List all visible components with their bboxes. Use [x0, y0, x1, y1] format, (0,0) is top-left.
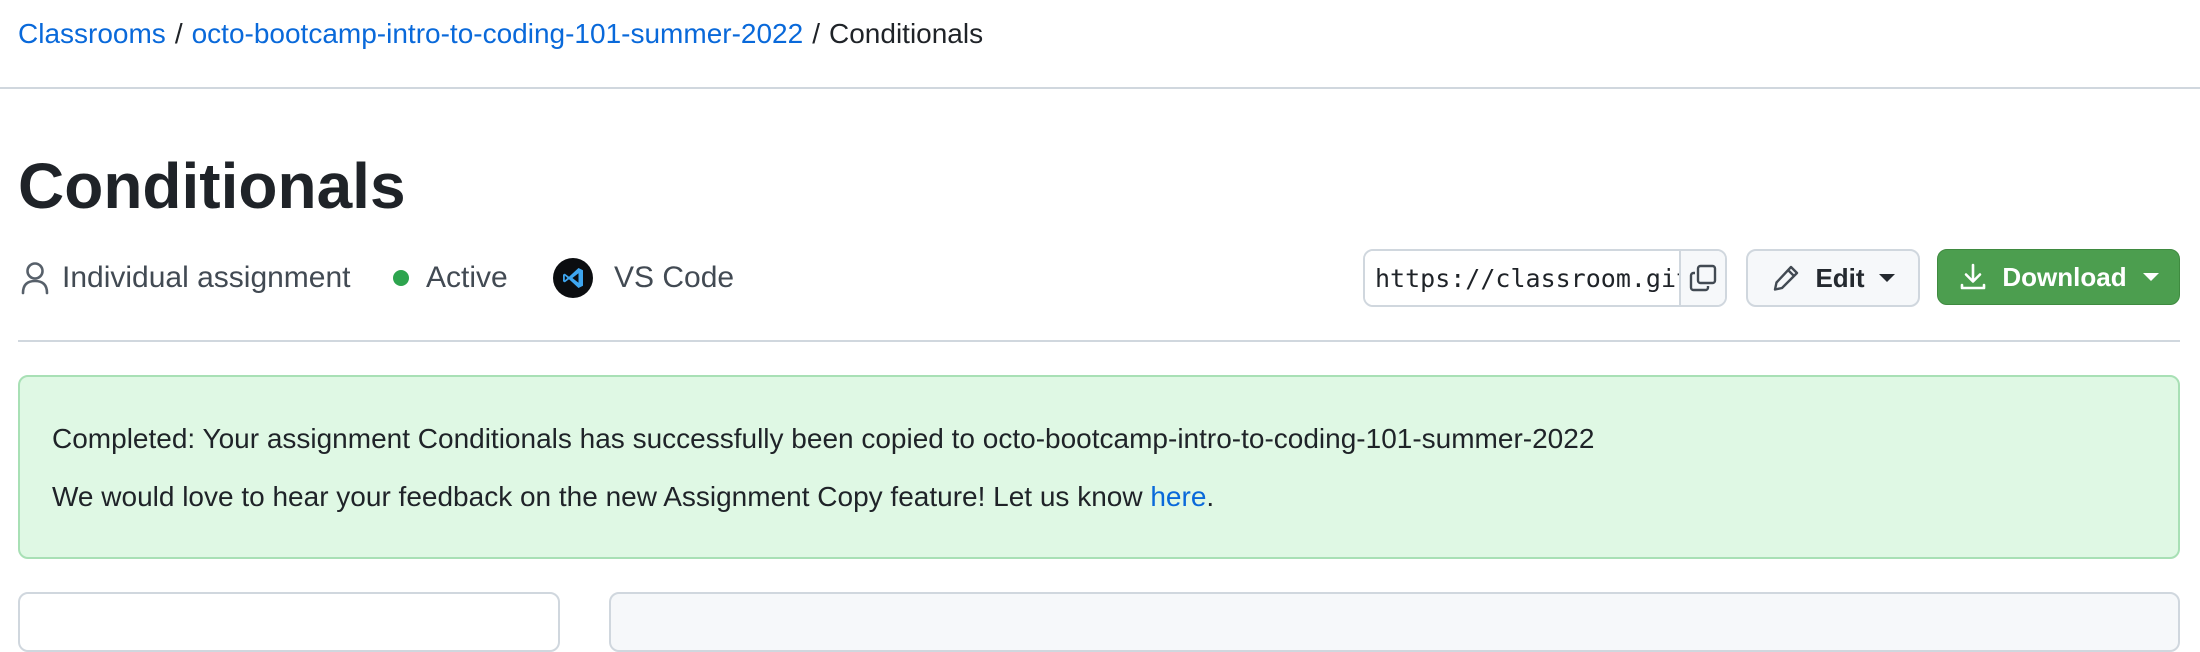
chevron-down-icon — [2142, 273, 2159, 281]
breadcrumb-current: Conditionals — [829, 18, 984, 49]
copy-url-button[interactable] — [1679, 251, 1725, 305]
download-icon — [1961, 263, 1986, 290]
download-button[interactable]: Download — [1937, 249, 2180, 305]
success-flash-banner: Completed: Your assignment Conditionals … — [18, 375, 2180, 559]
assignment-editor: VS Code — [553, 254, 734, 302]
clone-url-group — [1363, 249, 1727, 307]
status-label: Active — [426, 261, 508, 294]
page-title: Conditionals — [18, 150, 406, 222]
breadcrumb-separator: / — [174, 18, 183, 49]
assignment-type-label: Individual assignment — [62, 261, 351, 294]
flash-feedback-suffix: . — [1206, 481, 1215, 512]
flash-feedback: We would love to hear your feedback on t… — [52, 481, 1214, 513]
right-panel — [609, 592, 2180, 652]
person-icon — [21, 262, 49, 295]
vscode-icon — [553, 258, 593, 298]
flash-feedback-text: We would love to hear your feedback on t… — [52, 481, 1151, 512]
chevron-down-icon — [1878, 274, 1895, 282]
section-divider — [18, 340, 2180, 342]
editor-label: VS Code — [614, 261, 735, 294]
download-button-label: Download — [2002, 261, 2127, 292]
breadcrumb-link-classroom[interactable]: octo-bootcamp-intro-to-coding-101-summer… — [192, 18, 804, 50]
breadcrumb-link-classrooms[interactable]: Classrooms — [18, 18, 166, 50]
assignment-type: Individual assignment — [20, 254, 351, 302]
breadcrumb-separator: / — [812, 18, 820, 49]
status-dot-icon — [393, 270, 409, 286]
copy-icon — [1689, 264, 1717, 292]
left-panel — [18, 592, 560, 652]
clone-url-input[interactable] — [1365, 251, 1679, 305]
edit-button-label: Edit — [1815, 262, 1865, 293]
feedback-link[interactable]: here — [1150, 481, 1206, 512]
assignment-status: Active — [393, 254, 508, 302]
flash-message: Completed: Your assignment Conditionals … — [52, 423, 1595, 454]
header-divider — [0, 87, 2200, 89]
edit-button[interactable]: Edit — [1746, 249, 1920, 307]
breadcrumb: Classrooms / octo-bootcamp-intro-to-codi… — [18, 14, 983, 54]
pencil-icon — [1774, 265, 1799, 291]
